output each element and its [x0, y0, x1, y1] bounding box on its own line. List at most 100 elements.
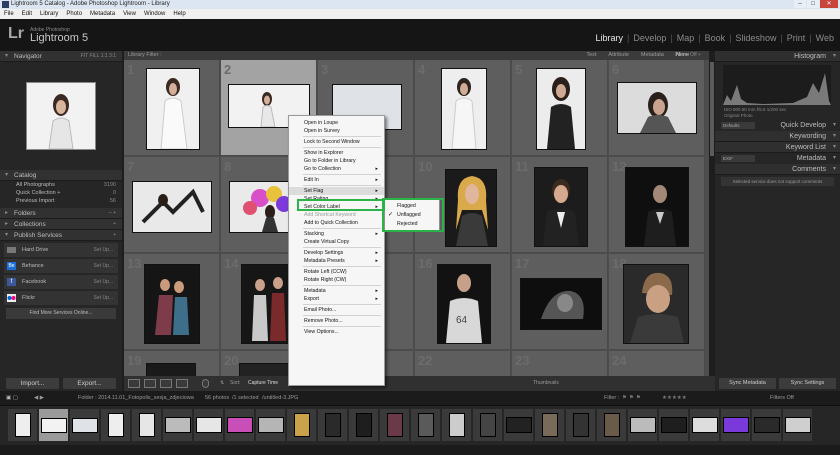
context-menu-item[interactable]: Edit In ▸ — [289, 176, 384, 184]
filmstrip-thumb[interactable] — [473, 409, 502, 441]
filter-tab-text[interactable]: Text — [586, 51, 596, 60]
filmstrip-thumb[interactable] — [752, 409, 781, 441]
publish-hard-drive[interactable]: Hard Drive Set Up... — [4, 243, 118, 257]
folders-actions[interactable]: – + — [109, 208, 116, 219]
navigator-preview[interactable] — [0, 62, 122, 170]
filmstrip-thumb[interactable] — [8, 409, 37, 441]
menu-view[interactable]: View — [123, 9, 136, 19]
sync-settings-button[interactable]: Sync Settings — [779, 378, 836, 389]
filmstrip-thumb[interactable] — [597, 409, 626, 441]
menu-help[interactable]: Help — [173, 9, 185, 19]
filmstrip-filters-off[interactable]: Filters Off — [770, 391, 794, 405]
keywording-header[interactable]: Keywording — [715, 131, 840, 142]
publish-flickr[interactable]: Flickr Set Up... — [4, 291, 118, 305]
filmstrip-thumb[interactable] — [690, 409, 719, 441]
rating-filter-stars[interactable]: ★★★★★ — [662, 391, 687, 405]
filmstrip-thumb[interactable] — [628, 409, 657, 441]
grid-cell[interactable]: 19 — [124, 351, 220, 376]
catalog-header[interactable]: Catalog — [0, 170, 122, 181]
scrollbar-thumb[interactable] — [710, 62, 714, 156]
saved-preset-dropdown[interactable]: Defaults — [721, 122, 755, 129]
module-map[interactable]: Map — [677, 33, 695, 43]
filmstrip-thumb[interactable] — [256, 409, 285, 441]
context-menu-item[interactable]: Go to Folder in Library — [289, 157, 384, 165]
maximize-button[interactable]: □ — [807, 0, 819, 8]
context-menu-item[interactable]: Lock to Second Window — [289, 138, 384, 146]
metadata-header[interactable]: Metadata — [760, 153, 840, 164]
grid-cell[interactable]: 12 — [609, 157, 705, 253]
context-menu-item[interactable]: Export ▸ — [289, 295, 384, 303]
collections-actions[interactable]: + — [113, 219, 116, 230]
grid-cell[interactable]: 5 — [512, 60, 608, 156]
navigator-header[interactable]: Navigator FIT FILL 1:1 3:1 — [0, 51, 122, 62]
grid-cell[interactable]: 24 — [609, 351, 705, 376]
publish-facebook[interactable]: f Facebook Set Up... — [4, 275, 118, 289]
histogram-header[interactable]: Histogram — [715, 51, 840, 62]
context-menu-item[interactable]: Metadata ▸ — [289, 287, 384, 295]
catalog-item-all-photographs[interactable]: All Photographs 3190 — [0, 181, 122, 189]
compare-view-icon[interactable] — [160, 379, 172, 388]
context-menu-item[interactable]: Create Virtual Copy — [289, 238, 384, 246]
catalog-item-quick-collection[interactable]: Quick Collection + 0 — [0, 189, 122, 197]
menu-metadata[interactable]: Metadata — [90, 9, 115, 19]
metadata-preset-dropdown[interactable]: EXIF — [721, 155, 755, 162]
second-window-icon[interactable]: ▣ ▢ — [6, 391, 18, 405]
context-menu-item[interactable]: Email Photo... — [289, 306, 384, 314]
context-menu-item[interactable]: Stacking ▸ — [289, 230, 384, 238]
survey-view-icon[interactable] — [176, 379, 188, 388]
setup-link[interactable]: Set Up... — [94, 259, 113, 273]
minimize-button[interactable]: – — [794, 0, 806, 8]
module-print[interactable]: Print — [787, 33, 806, 43]
filmstrip-thumb[interactable] — [318, 409, 347, 441]
publish-services-actions[interactable]: + — [113, 230, 116, 241]
context-menu-item[interactable]: Metadata Presets ▸ — [289, 257, 384, 265]
module-develop[interactable]: Develop — [633, 33, 666, 43]
comments-header[interactable]: Comments — [715, 164, 840, 175]
grid-cell[interactable]: 17 — [512, 254, 608, 350]
loupe-view-icon[interactable] — [144, 379, 156, 388]
filmstrip-thumb[interactable] — [659, 409, 688, 441]
filmstrip-thumb[interactable] — [721, 409, 750, 441]
menu-edit[interactable]: Edit — [22, 9, 32, 19]
close-button[interactable]: ✕ — [820, 0, 838, 8]
menu-file[interactable]: File — [4, 9, 14, 19]
filmstrip-nav-arrows[interactable]: ◀ ▶ — [34, 391, 44, 405]
filmstrip-thumb[interactable] — [442, 409, 471, 441]
filters-off-dropdown[interactable]: Filters Off ÷ — [675, 51, 701, 60]
grid-cell[interactable]: 18 — [609, 254, 705, 350]
collections-header[interactable]: Collections + — [0, 219, 122, 230]
keyword-list-header[interactable]: Keyword List — [715, 142, 840, 153]
module-library[interactable]: Library — [595, 33, 623, 43]
menu-window[interactable]: Window — [144, 9, 165, 19]
filmstrip-scrollbar[interactable] — [0, 445, 840, 455]
import-button[interactable]: Import... — [6, 378, 59, 389]
sort-icon[interactable]: ⇅ — [220, 380, 224, 386]
filmstrip-thumb[interactable] — [566, 409, 595, 441]
histogram-plot[interactable] — [723, 65, 831, 105]
setup-link[interactable]: Set Up... — [94, 275, 113, 289]
flag-filter-icons[interactable]: ⚑⚑⚑ — [622, 391, 643, 405]
grid-cell[interactable]: 4 — [415, 60, 511, 156]
grid-cell[interactable]: 6 — [609, 60, 705, 156]
filmstrip-thumb[interactable] — [132, 409, 161, 441]
filmstrip-thumb[interactable] — [783, 409, 812, 441]
grid-cell[interactable]: 23 — [512, 351, 608, 376]
filmstrip-thumb[interactable] — [287, 409, 316, 441]
export-button[interactable]: Export... — [63, 378, 116, 389]
context-menu-item[interactable]: Go to Collection ▸ — [289, 165, 384, 173]
module-slideshow[interactable]: Slideshow — [735, 33, 776, 43]
filmstrip-source[interactable]: Folder : 2014.11.01_Fotopolis_sesja_zdje… — [78, 391, 194, 405]
catalog-item-previous-import[interactable]: Previous Import 56 — [0, 197, 122, 205]
grid-cell[interactable]: 13 — [124, 254, 220, 350]
filmstrip-thumb-selected[interactable] — [39, 409, 68, 441]
context-menu-item[interactable]: Set Flag ▸ — [289, 187, 384, 195]
filmstrip-thumb[interactable] — [225, 409, 254, 441]
folders-header[interactable]: Folders – + — [0, 208, 122, 219]
context-menu-item[interactable]: Rotate Left (CCW) — [289, 268, 384, 276]
grid-cell[interactable]: 16 64 — [415, 254, 511, 350]
sync-metadata-button[interactable]: Sync Metadata — [719, 378, 776, 389]
context-menu-item[interactable]: Open in Loupe — [289, 119, 384, 127]
navigator-zoom-options[interactable]: FIT FILL 1:1 3:1 — [81, 51, 116, 62]
filmstrip-thumb[interactable] — [504, 409, 533, 441]
filmstrip-thumb[interactable] — [411, 409, 440, 441]
